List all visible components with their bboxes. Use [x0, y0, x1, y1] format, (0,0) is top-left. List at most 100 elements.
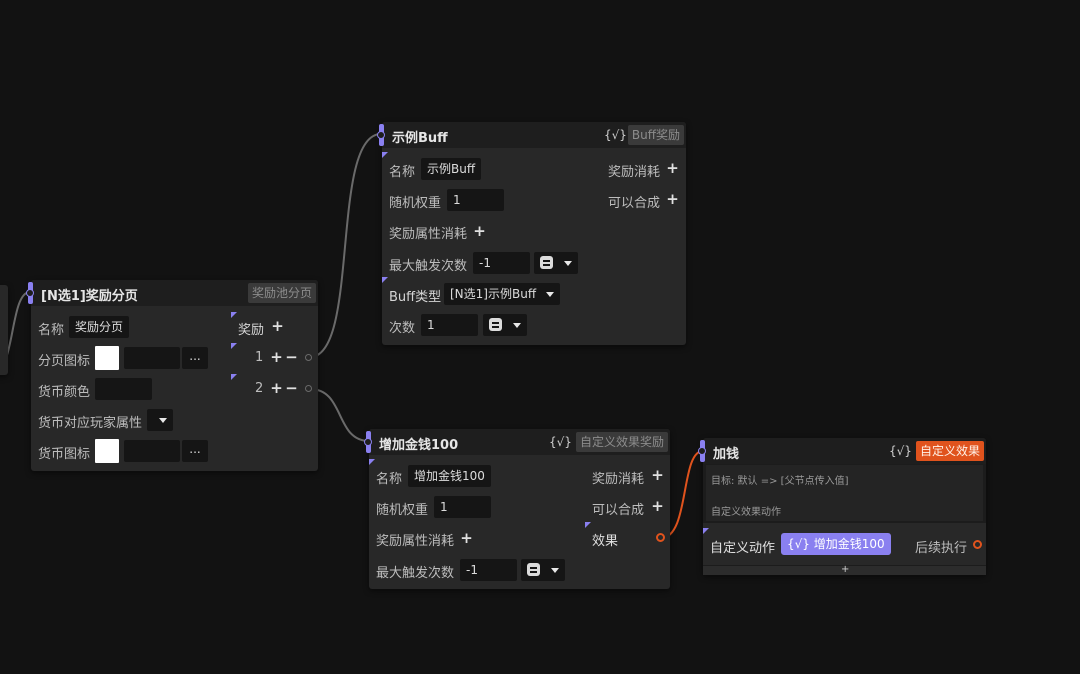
output-marker: [231, 312, 237, 318]
currency-attr-label: 货币对应玩家属性: [38, 416, 143, 431]
custom-effect-action-text: 自定义效果动作: [711, 507, 781, 518]
add-action-button-label: +: [841, 564, 850, 575]
node-add-money-effect[interactable]: 加钱 {√} 自定义效果 目标: 默认 => [父节点传入值] 自定义效果动作 …: [698, 438, 986, 575]
page-icon-field[interactable]: [124, 347, 180, 369]
page-icon-browse-button[interactable]: ...: [182, 347, 208, 369]
node-type-tag: Buff奖励: [627, 125, 684, 145]
chevron-down-icon: [159, 418, 167, 423]
node-type-tag: 自定义效果: [915, 441, 984, 461]
node-title: 示例Buff: [392, 131, 448, 146]
currency-icon-field[interactable]: [124, 440, 180, 462]
currency-icon-swatch[interactable]: [95, 439, 119, 463]
currency-icon-label: 货币图标: [38, 447, 91, 462]
add-reward-cost-button[interactable]: +: [651, 468, 664, 483]
currency-attr-dropdown[interactable]: [147, 409, 173, 431]
offscreen-node-fragment[interactable]: 表: [0, 285, 8, 375]
currency-color-field[interactable]: [95, 378, 152, 400]
buff-type-value: [N选1]示例Buff: [450, 287, 537, 301]
name-field[interactable]: 示例Buff: [421, 158, 482, 180]
count-label: 次数: [389, 321, 416, 336]
slot-1-add-button[interactable]: +: [270, 350, 283, 365]
field-marker: [382, 277, 388, 283]
node-title: [N选1]奖励分页: [41, 289, 138, 304]
equals-icon: [540, 256, 553, 269]
random-weight-field[interactable]: 1: [447, 189, 504, 211]
reward-attr-cost-label: 奖励属性消耗: [389, 227, 468, 242]
reward-label: 奖励: [238, 323, 265, 338]
name-label: 名称: [376, 472, 403, 487]
can-merge-label: 可以合成: [608, 196, 661, 211]
node-add-money-100[interactable]: 增加金钱100 {√} 自定义效果奖励 名称 增加金钱100 随机权重 1 奖励…: [364, 429, 670, 589]
slot-2-output-port[interactable]: [305, 385, 312, 392]
custom-action-value[interactable]: {√} 增加金钱100: [781, 533, 891, 555]
effect-marker: [585, 522, 591, 528]
input-port[interactable]: [26, 282, 34, 304]
buff-type-label: Buff类型: [389, 290, 442, 305]
max-trigger-op-dropdown[interactable]: [534, 252, 578, 274]
node-example-buff[interactable]: 示例Buff {√} Buff奖励 名称 示例Buff 随机权重 1 奖励属性消…: [377, 122, 686, 345]
slot-2-add-button[interactable]: +: [270, 381, 283, 396]
add-attr-cost-button[interactable]: +: [460, 531, 473, 546]
currency-color-label: 货币颜色: [38, 385, 91, 400]
field-marker: [382, 152, 388, 158]
chevron-down-icon: [546, 292, 554, 297]
page-icon-label: 分页图标: [38, 354, 91, 369]
add-can-merge-button[interactable]: +: [666, 192, 679, 207]
validate-icon[interactable]: {√}: [604, 125, 627, 145]
validate-icon[interactable]: {√}: [889, 441, 912, 461]
name-field[interactable]: 增加金钱100: [408, 465, 491, 487]
next-exec-output-port[interactable]: [973, 540, 982, 549]
random-weight-field[interactable]: 1: [434, 496, 491, 518]
input-port[interactable]: [364, 431, 372, 453]
add-reward-cost-button[interactable]: +: [666, 161, 679, 176]
max-trigger-label: 最大触发次数: [389, 259, 468, 274]
max-trigger-field[interactable]: -1: [473, 252, 530, 274]
count-field[interactable]: 1: [421, 314, 478, 336]
wire-slot1-to-buff: [309, 133, 382, 358]
custom-action-label: 自定义动作: [710, 541, 776, 556]
can-merge-label: 可以合成: [592, 503, 645, 518]
add-can-merge-button[interactable]: +: [651, 499, 664, 514]
field-marker: [369, 459, 375, 465]
validate-icon[interactable]: {√}: [549, 432, 572, 452]
reward-attr-cost-label: 奖励属性消耗: [376, 534, 455, 549]
equals-icon: [527, 563, 540, 576]
next-exec-label: 后续执行: [915, 541, 968, 556]
reward-cost-label: 奖励消耗: [608, 165, 661, 180]
page-icon-swatch[interactable]: [95, 346, 119, 370]
reward-cost-label: 奖励消耗: [592, 472, 645, 487]
node-type-tag: 奖励池分页: [247, 283, 316, 303]
equals-icon: [489, 318, 502, 331]
slot-1-output-port[interactable]: [305, 354, 312, 361]
add-action-bar[interactable]: +: [703, 564, 986, 575]
chevron-down-icon: [564, 261, 572, 266]
max-trigger-label: 最大触发次数: [376, 566, 455, 581]
name-label: 名称: [38, 323, 65, 338]
max-trigger-op-dropdown[interactable]: [521, 559, 565, 581]
input-port[interactable]: [377, 124, 385, 146]
node-n-select-reward-page[interactable]: [N选1]奖励分页 奖励池分页 名称 奖励分页 分页图标 ... 货币颜色 货币…: [26, 280, 318, 471]
slot-marker: [231, 374, 237, 380]
count-op-dropdown[interactable]: [483, 314, 527, 336]
slot-2-label: 2: [255, 381, 264, 396]
target-info-text: 目标: 默认 => [父节点传入值]: [711, 476, 849, 487]
slot-1-label: 1: [255, 350, 264, 365]
name-label: 名称: [389, 165, 416, 180]
action-marker: [703, 528, 709, 534]
max-trigger-field[interactable]: -1: [460, 559, 517, 581]
buff-type-dropdown[interactable]: [N选1]示例Buff: [444, 283, 560, 305]
name-field[interactable]: 奖励分页: [69, 316, 130, 338]
slot-1-remove-button[interactable]: −: [285, 350, 298, 365]
wire-slot2-to-money: [309, 388, 370, 442]
input-port[interactable]: [698, 440, 706, 462]
slot-2-remove-button[interactable]: −: [285, 381, 298, 396]
currency-icon-browse-button[interactable]: ...: [182, 440, 208, 462]
effect-label: 效果: [592, 534, 619, 549]
node-title: 增加金钱100: [379, 438, 459, 453]
add-reward-button[interactable]: +: [271, 319, 284, 334]
node-type-tag: 自定义效果奖励: [575, 432, 668, 452]
effect-output-port[interactable]: [656, 533, 665, 542]
slot-marker: [231, 343, 237, 349]
chevron-down-icon: [513, 323, 521, 328]
add-attr-cost-button[interactable]: +: [473, 224, 486, 239]
